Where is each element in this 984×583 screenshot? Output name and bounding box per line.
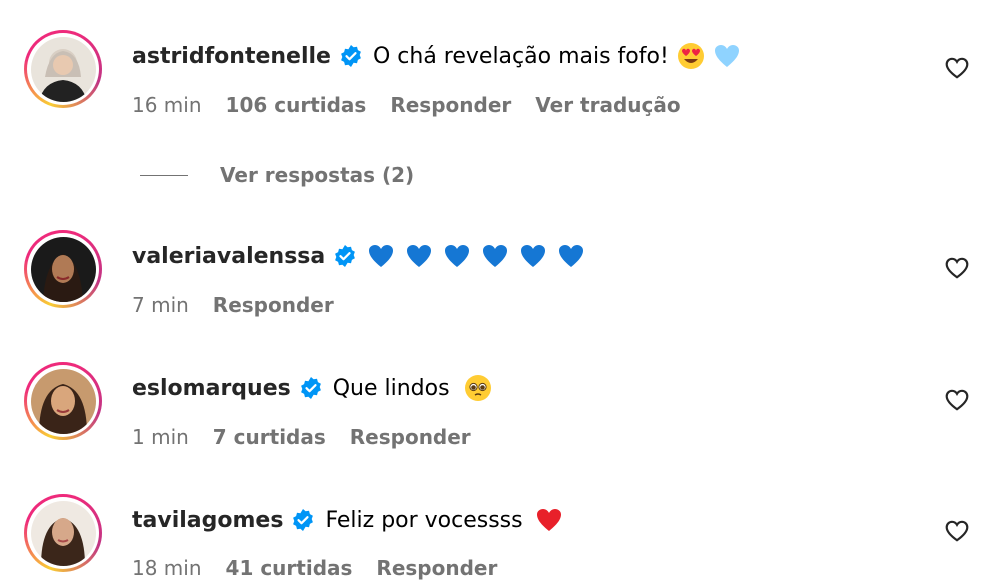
translate-button[interactable]: Ver tradução <box>535 93 680 117</box>
comment-time: 1 min <box>132 425 189 449</box>
blue-heart-emoji <box>367 242 395 270</box>
view-replies-label[interactable]: Ver respostas (2) <box>220 163 414 187</box>
view-replies-button[interactable]: Ver respostas (2) <box>140 160 414 190</box>
verified-badge-icon <box>291 508 315 532</box>
blue-heart-emoji <box>481 242 509 270</box>
avatar[interactable] <box>30 236 96 302</box>
comment-text: O chá revelação mais fofo! <box>372 43 669 69</box>
avatar-story-ring[interactable] <box>24 230 102 308</box>
like-heart-icon[interactable] <box>944 255 970 281</box>
likes-count[interactable]: 106 curtidas <box>226 93 367 117</box>
verified-badge-icon <box>299 376 323 400</box>
red-heart-emoji <box>535 506 563 534</box>
blue-heart-emoji <box>557 242 585 270</box>
comment-text: Feliz por vocessss <box>325 507 523 533</box>
reply-button[interactable]: Responder <box>213 293 334 317</box>
reply-button[interactable]: Responder <box>350 425 471 449</box>
avatar-story-ring[interactable] <box>24 30 102 108</box>
avatar-story-ring[interactable] <box>24 494 102 572</box>
comment-text: Que lindos <box>332 375 450 401</box>
username[interactable]: astridfontenelle <box>132 44 331 69</box>
likes-count[interactable]: 41 curtidas <box>226 556 353 580</box>
avatar[interactable] <box>30 36 96 102</box>
reply-button[interactable]: Responder <box>390 93 511 117</box>
comment-time: 18 min <box>132 556 202 580</box>
comment-time: 16 min <box>132 93 202 117</box>
avatar[interactable] <box>30 500 96 566</box>
reply-button[interactable]: Responder <box>376 556 497 580</box>
heart-eyes-emoji <box>677 42 705 70</box>
blue-heart-emoji <box>519 242 547 270</box>
like-heart-icon[interactable] <box>944 518 970 544</box>
username[interactable]: valeriavalenssa <box>132 244 325 269</box>
avatar[interactable] <box>30 368 96 434</box>
pleading-face-emoji <box>464 374 492 402</box>
comment-time: 7 min <box>132 293 189 317</box>
likes-count[interactable]: 7 curtidas <box>213 425 326 449</box>
blue-heart-emoji <box>443 242 471 270</box>
verified-badge-icon <box>333 244 357 268</box>
like-heart-icon[interactable] <box>944 55 970 81</box>
blue-heart-emoji <box>405 242 433 270</box>
avatar-story-ring[interactable] <box>24 362 102 440</box>
username[interactable]: eslomarques <box>132 376 291 401</box>
verified-badge-icon <box>339 44 363 68</box>
light-blue-heart-emoji <box>713 42 741 70</box>
like-heart-icon[interactable] <box>944 387 970 413</box>
username[interactable]: tavilagomes <box>132 508 283 533</box>
replies-divider <box>140 174 188 176</box>
